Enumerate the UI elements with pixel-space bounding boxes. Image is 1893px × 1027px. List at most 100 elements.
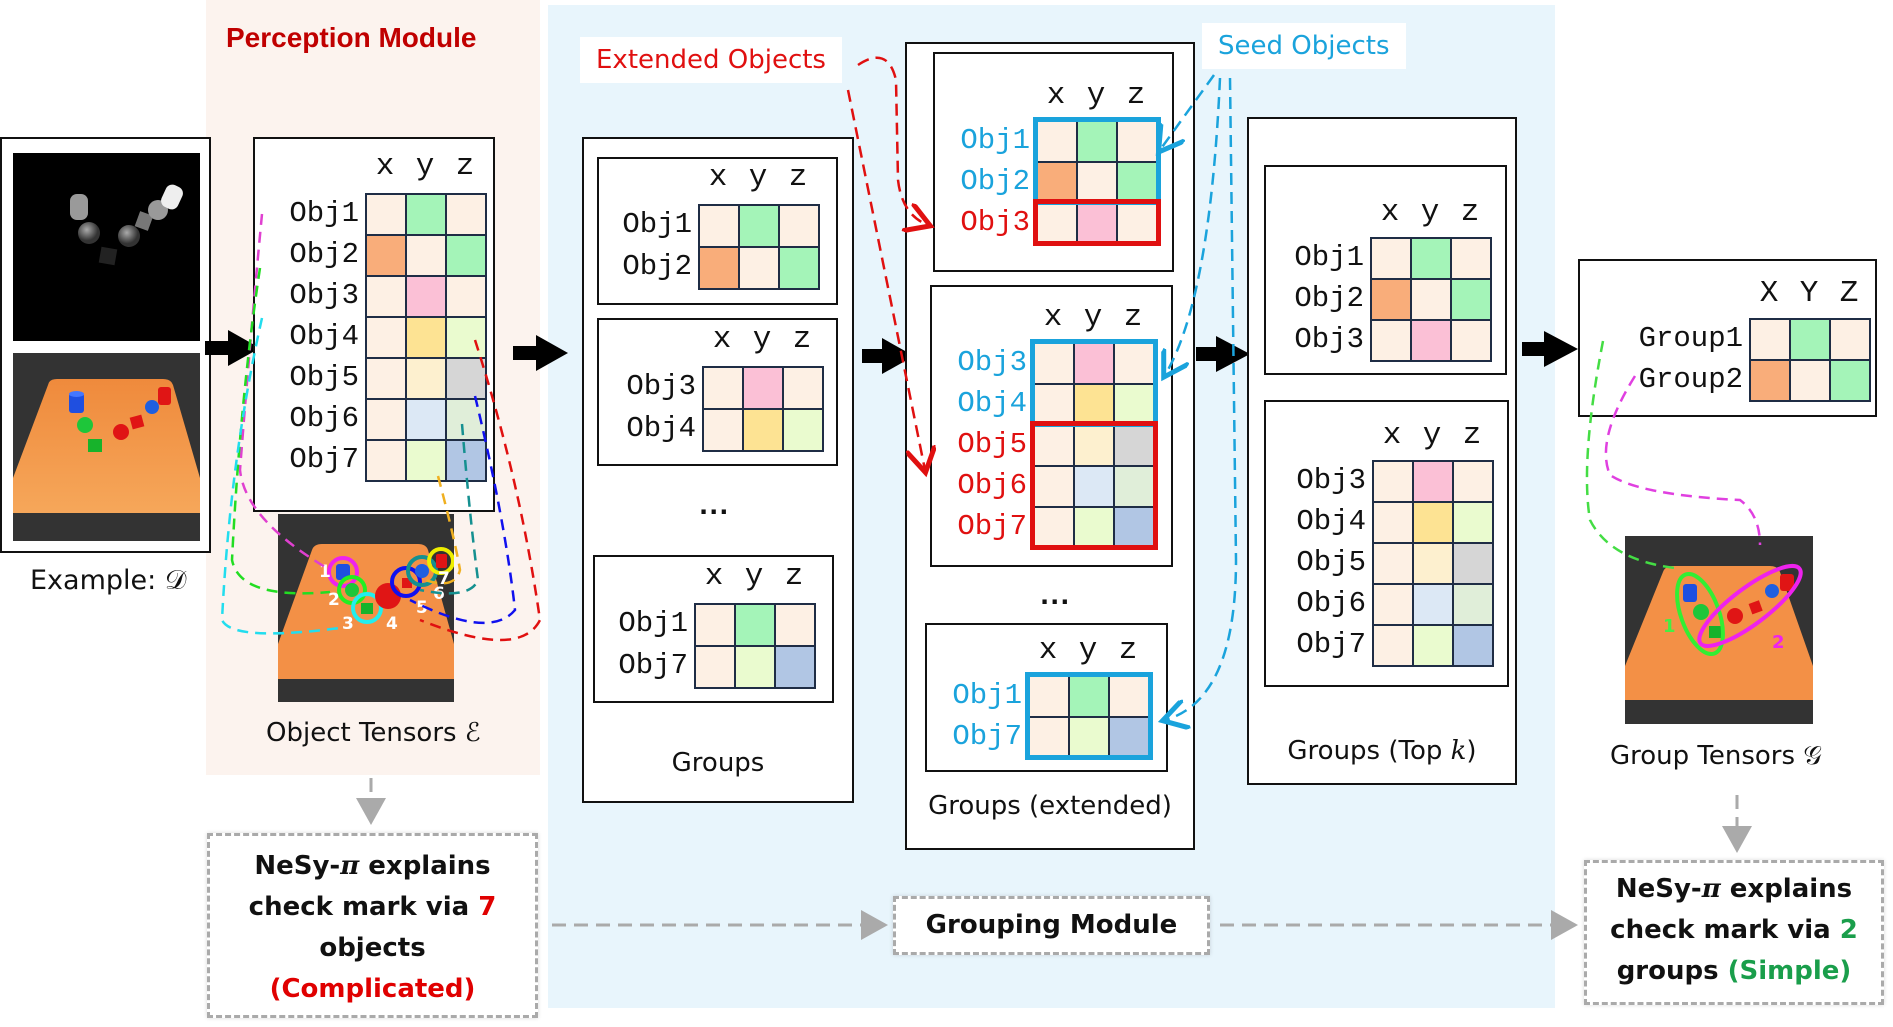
tensor-cell xyxy=(407,277,445,316)
tensor-cell xyxy=(1035,467,1073,506)
tensor-cell xyxy=(736,647,774,687)
column-header: z xyxy=(1126,78,1146,113)
tensor-grid xyxy=(1749,318,1871,402)
row-label: Obj3 xyxy=(1294,322,1364,356)
tensor-cell xyxy=(447,318,485,357)
column-header: x xyxy=(1038,633,1058,668)
tensor-header: xyz xyxy=(365,149,485,184)
row-label: Obj1 xyxy=(960,123,1030,157)
tensor-cell xyxy=(704,368,742,408)
tensor-cell xyxy=(1038,163,1076,202)
tensor-cell xyxy=(1035,426,1073,465)
row-label: Obj5 xyxy=(957,427,1027,461)
row-label: Obj2 xyxy=(960,164,1030,198)
tensor-grid xyxy=(698,204,820,290)
tensor-cell xyxy=(1115,508,1153,547)
column-header: y xyxy=(748,160,768,195)
column-header: x xyxy=(1382,418,1402,453)
tensor-cell xyxy=(367,318,405,357)
row-label: Obj1 xyxy=(618,607,688,640)
explain-text: groups xyxy=(1616,956,1728,986)
group-count: 2 xyxy=(1839,915,1858,945)
example-box xyxy=(0,137,211,553)
tensor-cell xyxy=(1035,385,1073,424)
tensor-cell xyxy=(780,248,818,288)
object-number-4: 4 xyxy=(386,614,398,634)
column-header: z xyxy=(1462,418,1482,453)
column-header: z xyxy=(455,149,475,184)
tensor-cell xyxy=(1038,204,1076,243)
tensor-cell xyxy=(447,400,485,439)
column-header: Z xyxy=(1839,276,1859,311)
tensor-header: xyz xyxy=(1370,195,1490,230)
row-label: Obj4 xyxy=(289,319,359,353)
tensor-cell xyxy=(740,248,778,288)
annotated-scene: 1 2 3 4 5 6 7 xyxy=(278,514,454,702)
tensor-cell xyxy=(1372,280,1410,319)
row-label: Obj1 xyxy=(289,196,359,230)
tensor-cell xyxy=(1078,122,1116,161)
row-label: Obj5 xyxy=(1296,545,1366,579)
tensor-cell xyxy=(1374,462,1412,501)
tensor-grid xyxy=(702,366,824,452)
groups-topk-caption: Groups (Top k) xyxy=(1247,736,1517,766)
column-header: x xyxy=(1046,78,1066,113)
tensor-cell xyxy=(407,441,445,480)
column-header: y xyxy=(1086,78,1106,113)
rgb-image xyxy=(13,353,200,541)
row-label: Obj1 xyxy=(952,678,1022,712)
tensor-cell xyxy=(1414,585,1452,624)
tensor-cell xyxy=(407,195,445,234)
column-header: z xyxy=(1118,633,1138,668)
tensor-cell xyxy=(1454,544,1492,583)
tensor-cell xyxy=(704,410,742,450)
tensor-cell xyxy=(407,400,445,439)
column-header: y xyxy=(1422,418,1442,453)
tensor-cell xyxy=(1831,320,1869,359)
row-label: Obj3 xyxy=(289,278,359,312)
tensor-cell xyxy=(1075,344,1113,383)
tensor-cell xyxy=(1078,204,1116,243)
column-header: z xyxy=(1460,195,1480,230)
tensor-cell xyxy=(736,605,774,645)
tensor-cell xyxy=(1452,280,1490,319)
tensor-cell xyxy=(1075,508,1113,547)
tensor-cell xyxy=(700,248,738,288)
tensor-cell xyxy=(367,359,405,398)
tensor-cell xyxy=(1030,718,1068,757)
group-number-1: 1 xyxy=(1663,616,1676,637)
groups-ellipsis: ... xyxy=(699,492,730,520)
groups-caption: Groups xyxy=(671,748,765,778)
object-tensors-caption: Object Tensors ℰ xyxy=(266,718,481,748)
row-label: Obj7 xyxy=(957,509,1027,543)
extended-objects-tag: Extended Objects xyxy=(580,37,842,83)
tensor-cell xyxy=(1035,508,1073,547)
tensor-grid xyxy=(365,193,487,482)
tensor-cell xyxy=(1791,361,1829,400)
tensor-cell xyxy=(1118,204,1156,243)
depth-image xyxy=(13,153,200,341)
tensor-cell xyxy=(740,206,778,246)
group-number-2: 2 xyxy=(1772,632,1785,653)
grouping-module-box: Grouping Module xyxy=(893,896,1210,955)
object-count: 7 xyxy=(478,892,497,922)
tensor-grid xyxy=(694,603,816,689)
tensor-cell xyxy=(1454,585,1492,624)
row-label: Obj4 xyxy=(1296,504,1366,538)
tensor-cell xyxy=(1075,426,1113,465)
tensor-cell xyxy=(1414,503,1452,542)
row-label: Obj1 xyxy=(622,208,692,241)
row-label: Obj3 xyxy=(960,205,1030,239)
tensor-cell xyxy=(367,400,405,439)
column-header: Y xyxy=(1799,276,1819,311)
column-header: x xyxy=(1043,300,1063,335)
tensor-cell xyxy=(367,277,405,316)
tensor-grid xyxy=(1370,237,1492,362)
tensor-cell xyxy=(1372,239,1410,278)
tensor-header: xyz xyxy=(698,160,818,195)
tensor-cell xyxy=(744,368,782,408)
column-header: x xyxy=(375,149,395,184)
depth-objects-icon xyxy=(70,184,183,266)
tensor-cell xyxy=(1454,462,1492,501)
tensor-cell xyxy=(1414,544,1452,583)
